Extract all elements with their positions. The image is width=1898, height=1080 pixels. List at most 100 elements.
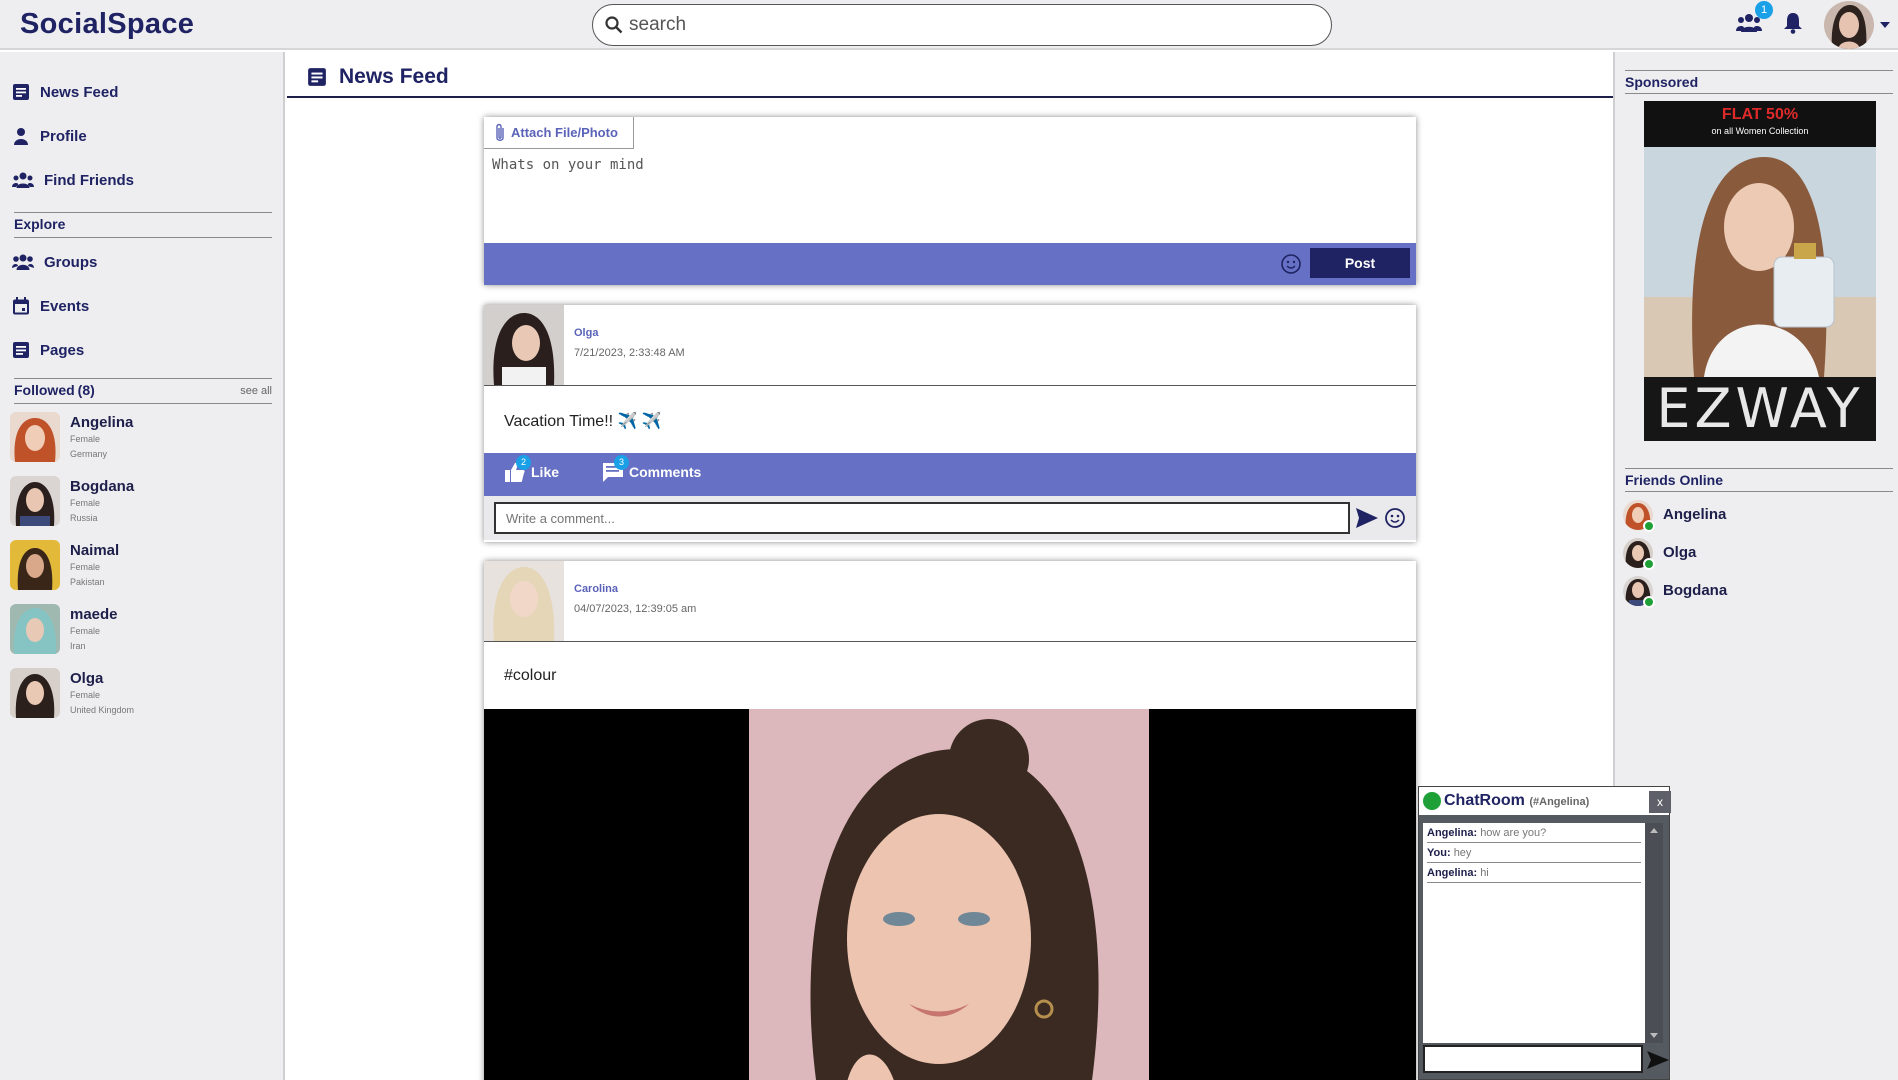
nav-label: Profile [40,127,87,145]
post-timestamp: 04/07/2023, 12:39:05 am [574,603,697,615]
followed-item[interactable]: maede Female Iran [10,604,270,656]
people-icon [12,172,34,188]
like-button[interactable]: 2 Like [504,455,560,483]
chat-message: Angelina: hi [1427,863,1641,883]
friend-requests-badge: 1 [1755,1,1773,19]
post-button[interactable]: Post [1310,248,1410,278]
comments-label: Comments [629,464,702,480]
post-composer: Attach File/Photo Post [484,117,1416,285]
comments-button[interactable]: 3 Comments [602,455,702,483]
chat-scrollbar[interactable] [1645,823,1663,1043]
paperclip-icon [496,123,504,141]
chevron-down-icon[interactable] [1880,22,1890,28]
person-icon [14,128,28,145]
friend-gender: Female [70,690,101,700]
post-header: Olga 7/21/2023, 2:33:48 AM [484,305,1416,386]
main-feed: News Feed Attach File/Photo Post Olga 7/… [287,52,1613,1080]
search-box[interactable] [592,4,1332,46]
friend-avatar [10,540,60,590]
message-sender: You: [1427,847,1451,859]
ad-headline: FLAT 50% [1721,106,1799,123]
chat-room-window: ChatRoom (#Angelina) x Angelina: how are… [1418,786,1671,1080]
friend-avatar [10,604,60,654]
chat-message: You: hey [1427,843,1641,863]
comment-row [484,496,1416,540]
online-status-dot [1643,558,1655,570]
friend-avatar [10,412,60,462]
online-friend-name: Angelina [1663,506,1727,523]
nav-label: Groups [44,253,98,271]
attach-file-button[interactable]: Attach File/Photo [484,117,634,149]
nav-events[interactable]: Events [12,294,89,318]
nav-pages[interactable]: Pages [12,338,84,362]
newspaper-icon [13,84,29,100]
followed-item[interactable]: Bogdana Female Russia [10,476,270,528]
nav-find-friends[interactable]: Find Friends [12,168,134,192]
comment-input[interactable] [494,502,1350,534]
post-image[interactable] [484,709,1416,1080]
emoji-icon[interactable] [1384,507,1406,529]
chat-header[interactable]: ChatRoom (#Angelina) [1419,787,1669,815]
post-author-name[interactable]: Carolina [574,583,618,595]
chat-title: ChatRoom (#Angelina) [1444,792,1589,810]
friend-avatar [10,668,60,718]
chat-title-text: ChatRoom [1444,792,1525,809]
pages-icon [13,342,29,358]
chat-message: Angelina: how are you? [1427,823,1641,843]
bell-icon [1784,13,1802,34]
post-author-avatar[interactable] [484,305,564,385]
friend-gender: Female [70,498,101,508]
post-card: Olga 7/21/2023, 2:33:48 AM Vacation Time… [484,305,1416,542]
newspaper-icon [308,68,326,86]
emoji-icon[interactable] [1280,253,1302,275]
friend-avatar [10,476,60,526]
post-textarea[interactable] [492,157,1392,217]
brand-logo[interactable]: SocialSpace [20,8,194,41]
friend-country: United Kingdom [70,705,135,715]
send-icon[interactable] [1647,1051,1669,1069]
post-author-name[interactable]: Olga [574,327,598,339]
page-title: News Feed [339,65,449,88]
followed-item[interactable]: Angelina Female Germany [10,412,270,464]
nav-groups[interactable]: Groups [12,250,97,274]
friend-country: Germany [70,449,108,459]
ad-image [1644,147,1876,377]
online-friend-name: Olga [1663,544,1697,561]
post-header: Carolina 04/07/2023, 12:39:05 am [484,561,1416,642]
friend-name: maede [70,606,118,623]
user-avatar[interactable] [1824,1,1874,49]
close-chat-button[interactable]: x [1649,791,1671,813]
online-friend[interactable]: Bogdana [1623,576,1883,610]
attach-label: Attach File/Photo [511,125,618,140]
sponsored-ad[interactable]: FLAT 50% on all Women Collection EZWAY [1644,101,1876,441]
friend-name: Naimal [70,542,120,559]
followed-item[interactable]: Olga Female United Kingdom [10,668,270,720]
chat-subtitle: (#Angelina) [1529,796,1590,808]
message-text: hi [1480,867,1489,879]
friend-country: Russia [70,513,98,523]
friends-online-title: Friends Online [1625,468,1893,492]
see-all-link[interactable]: see all [240,385,272,397]
feed-header: News Feed [287,52,1613,98]
notifications-button[interactable] [1783,12,1803,39]
search-input[interactable] [629,11,1309,39]
chat-input[interactable] [1423,1045,1643,1073]
friend-gender: Female [70,562,101,572]
online-status-dot [1643,596,1655,608]
like-label: Like [531,464,560,480]
online-status-dot [1423,792,1441,810]
send-icon[interactable] [1356,508,1378,528]
like-count-badge: 2 [516,455,531,470]
online-friend[interactable]: Angelina [1623,500,1883,534]
friend-name: Olga [70,670,104,687]
nav-news-feed[interactable]: News Feed [12,80,118,104]
online-friend[interactable]: Olga [1623,538,1883,572]
comments-count-badge: 3 [614,455,629,470]
nav-label: Find Friends [44,171,134,189]
post-text: #colour [504,667,557,684]
post-author-avatar[interactable] [484,561,564,641]
followed-item[interactable]: Naimal Female Pakistan [10,540,270,592]
post-actions-bar: 2 Like 3 Comments [484,453,1416,496]
nav-profile[interactable]: Profile [12,124,87,148]
calendar-icon [13,297,29,315]
